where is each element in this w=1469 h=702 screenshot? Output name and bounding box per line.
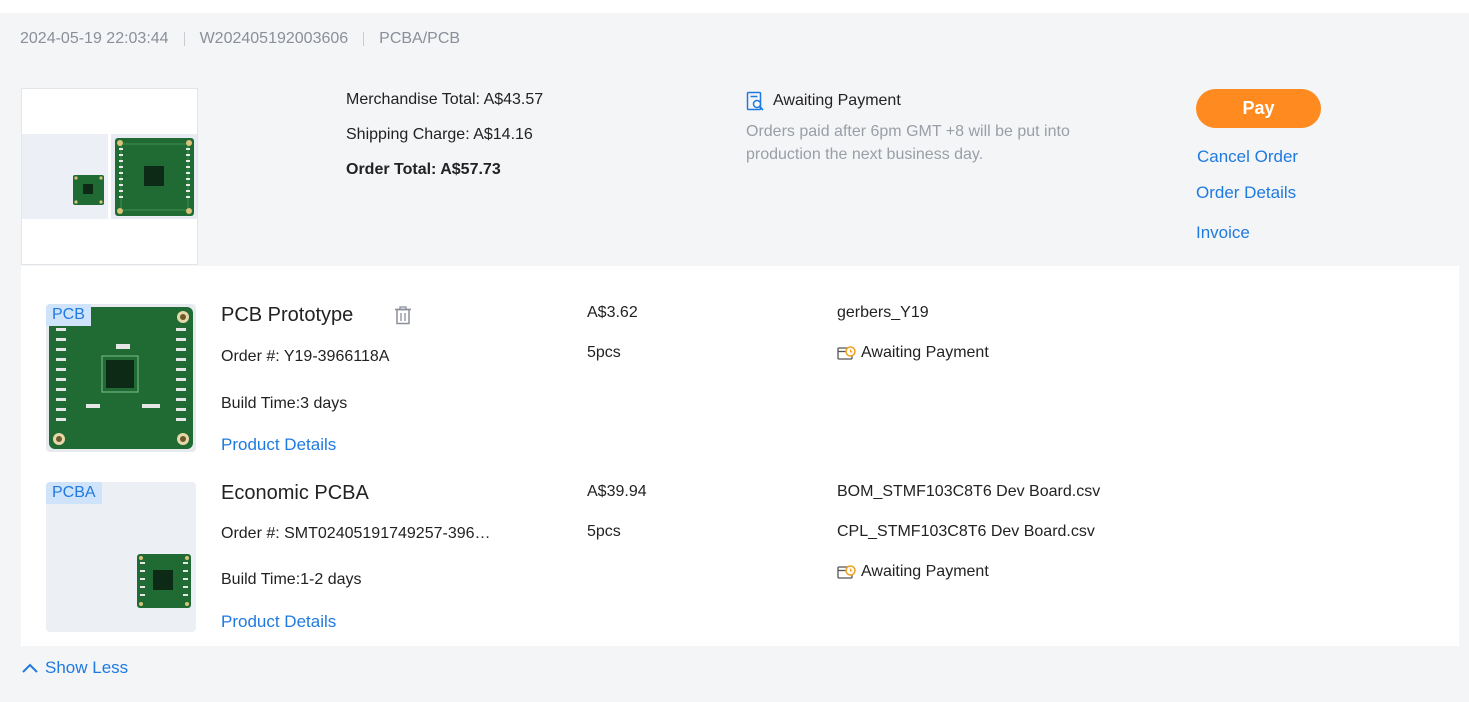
show-less-label: Show Less xyxy=(45,658,129,677)
trash-icon[interactable] xyxy=(394,306,412,325)
order-details-link[interactable]: Order Details xyxy=(1196,183,1296,203)
pcba-product-image: PCBA xyxy=(46,482,196,632)
item-price: A$39.94 xyxy=(587,483,647,500)
pcb-product-image: PCB xyxy=(46,304,196,452)
item-build-time: Build Time:1-2 days xyxy=(221,571,362,588)
order-thumbnail xyxy=(21,88,198,265)
item-name: Economic PCBA xyxy=(221,482,369,504)
payment-clock-icon xyxy=(837,564,856,579)
item-price: A$3.62 xyxy=(587,304,638,321)
order-total: Order Total: A$57.73 xyxy=(346,161,501,178)
item-quantity: 5pcs xyxy=(587,523,621,540)
order-status-block: Awaiting Payment Orders paid after 6pm G… xyxy=(746,90,1106,166)
product-details-link[interactable]: Product Details xyxy=(221,612,336,632)
cpl-file-name: CPL_STMF103C8T6 Dev Board.csv xyxy=(837,523,1095,540)
item-order-number: Order #: Y19-3966118A xyxy=(221,348,390,365)
item-name: PCB Prototype xyxy=(221,304,354,326)
pay-button[interactable]: Pay xyxy=(1196,89,1321,128)
order-status: Awaiting Payment xyxy=(746,90,1106,112)
item-order-number: Order #: SMT02405191749257-396… xyxy=(221,525,491,542)
order-date: 2024-05-19 22:03:44 xyxy=(20,30,169,47)
pcba-thumbnail xyxy=(22,134,108,219)
chevron-up-icon xyxy=(22,663,38,673)
order-number: W202405192003606 xyxy=(199,30,349,47)
merchandise-total: Merchandise Total: A$43.57 xyxy=(346,91,544,108)
show-less-toggle[interactable]: Show Less xyxy=(21,658,128,678)
item-type-tag: PCB xyxy=(46,304,91,326)
item-status-label: Awaiting Payment xyxy=(861,344,989,361)
meta-divider xyxy=(363,32,365,46)
order-items-panel: PCB PCB Prototype Order #: Y19-3966118A … xyxy=(21,266,1459,646)
item-quantity: 5pcs xyxy=(587,344,621,361)
product-details-link[interactable]: Product Details xyxy=(221,435,336,455)
order-totals: Merchandise Total: A$43.57 Shipping Char… xyxy=(346,90,543,195)
shipping-charge: Shipping Charge: A$14.16 xyxy=(346,126,533,143)
invoice-link[interactable]: Invoice xyxy=(1196,223,1250,243)
order-meta-row: 2024-05-19 22:03:44 W202405192003606 PCB… xyxy=(20,29,460,49)
item-file-name: gerbers_Y19 xyxy=(837,304,929,321)
document-search-icon xyxy=(746,91,764,111)
item-type-tag: PCBA xyxy=(46,482,102,504)
item-build-time: Build Time:3 days xyxy=(221,395,348,412)
order-category: PCBA/PCB xyxy=(379,30,461,47)
bom-file-name: BOM_STMF103C8T6 Dev Board.csv xyxy=(837,483,1101,500)
item-status: Awaiting Payment xyxy=(837,563,989,581)
payment-clock-icon xyxy=(837,345,856,360)
order-status-label: Awaiting Payment xyxy=(773,92,901,109)
order-actions: Pay Cancel Order Order Details Invoice xyxy=(1196,89,1321,242)
cancel-order-link[interactable]: Cancel Order xyxy=(1197,147,1298,167)
production-note: Orders paid after 6pm GMT +8 will be put… xyxy=(746,123,1070,163)
meta-divider xyxy=(183,32,185,46)
item-status-label: Awaiting Payment xyxy=(861,563,989,580)
pcb-thumbnail xyxy=(111,134,197,219)
item-status: Awaiting Payment xyxy=(837,344,989,362)
